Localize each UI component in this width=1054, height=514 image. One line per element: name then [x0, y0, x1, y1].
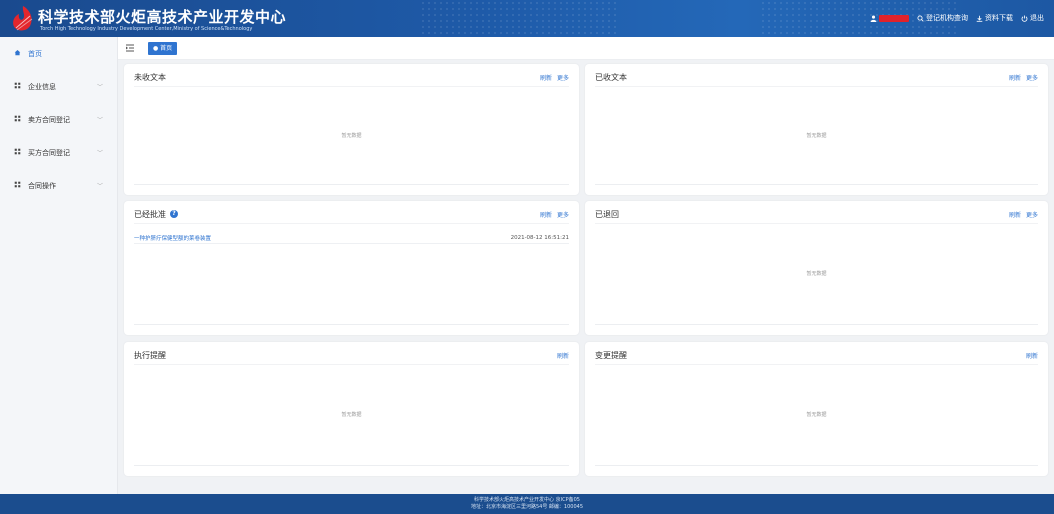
search-icon: [917, 14, 924, 22]
panel-body: 暂无数据: [595, 364, 1038, 466]
footer-copyright: 科学技术部火炬高技术产业开发中心 京ICP备05: [474, 497, 580, 503]
empty-text: 暂无数据: [806, 412, 827, 418]
home-icon: [14, 49, 22, 58]
empty-text: 暂无数据: [806, 132, 827, 139]
panel-actions: 刷新: [557, 351, 569, 360]
chevron-down-icon: ﹀: [96, 84, 103, 91]
user-info[interactable]: [870, 14, 909, 22]
refresh-button[interactable]: 刷新: [540, 73, 552, 82]
sidebar: 首页 企业信息 ﹀ 卖方合同登记 ﹀ 买方合同登记 ﹀ 合同操作 ﹀: [0, 37, 118, 497]
panel-body: 暂无数据: [134, 86, 569, 185]
sidebar-item-company-info[interactable]: 企业信息 ﹀: [0, 70, 117, 103]
more-button[interactable]: 更多: [1026, 73, 1038, 82]
org-search-link[interactable]: 登记机构查询: [917, 13, 968, 23]
user-name-redacted: [879, 14, 909, 22]
sidebar-item-home[interactable]: 首页: [0, 37, 117, 70]
tab-home-label: 首页: [160, 45, 173, 52]
refresh-button[interactable]: 刷新: [557, 351, 569, 360]
panel-execution-reminder: 执行提醒 刷新 暂无数据: [124, 342, 579, 476]
panel-title: 已退回: [595, 209, 619, 219]
empty-text: 暂无数据: [806, 271, 827, 277]
panel-body: 暂无数据: [595, 223, 1038, 325]
list-item: 一种护脐疗保健型额的莱卷装置 2021-08-12 16:51:21: [134, 232, 569, 244]
refresh-button[interactable]: 刷新: [1009, 73, 1021, 82]
panel-header: 已经批准 ? 刷新 更多: [134, 207, 569, 221]
panel-body: 暂无数据: [595, 86, 1038, 185]
panel-header: 变更提醒 刷新: [595, 348, 1038, 362]
download-link[interactable]: 资料下载: [976, 13, 1013, 23]
panel-returned: 已退回 刷新 更多 暂无数据: [585, 201, 1048, 335]
footer: 科学技术部火炬高技术产业开发中心 京ICP备05 地址：北京市海淀区三里河路54…: [0, 494, 1054, 514]
panel-title: 已收文本: [595, 72, 627, 82]
more-button[interactable]: 更多: [557, 73, 569, 82]
chevron-down-icon: ﹀: [96, 150, 103, 157]
list-item-title-link[interactable]: 一种护脐疗保健型额的莱卷装置: [134, 234, 211, 242]
sidebar-item-buyer-contract[interactable]: 买方合同登记 ﹀: [0, 136, 117, 169]
panel-actions: 刷新 更多: [540, 73, 569, 82]
panel-title: 执行提醒: [134, 350, 166, 360]
panel-title: 未收文本: [134, 72, 166, 82]
panel-header: 未收文本 刷新 更多: [134, 70, 569, 84]
sidebar-item-label: 首页: [28, 49, 42, 58]
panel-actions: 刷新 更多: [1009, 73, 1038, 82]
sidebar-item-label: 卖方合同登记: [28, 115, 70, 124]
panel-title: 已经批准: [134, 209, 166, 219]
header-actions: 登记机构查询 资料下载 退出: [870, 13, 1044, 23]
grid-icon: [14, 82, 22, 91]
grid-icon: [14, 115, 22, 124]
sidebar-item-label: 企业信息: [28, 82, 56, 91]
empty-text: 暂无数据: [341, 412, 362, 418]
download-icon: [976, 15, 983, 22]
torch-logo-icon: [13, 6, 33, 31]
panel-header: 执行提醒 刷新: [134, 348, 569, 362]
tab-dot-icon: ●: [153, 45, 159, 52]
empty-text: 暂无数据: [341, 132, 362, 139]
user-icon: [870, 15, 877, 22]
list-item-date: 2021-08-12 16:51:21: [510, 234, 569, 241]
site-subtitle: Torch High Technology Industry Developme…: [40, 26, 253, 32]
panel-body: 一种护脐疗保健型额的莱卷装置 2021-08-12 16:51:21: [134, 223, 569, 325]
grid-icon: [14, 181, 22, 190]
panel-actions: 刷新 更多: [540, 210, 569, 219]
panel-unreceived-texts: 未收文本 刷新 更多 暂无数据: [124, 64, 579, 195]
info-icon[interactable]: ?: [170, 210, 178, 218]
power-icon: [1021, 15, 1028, 22]
sidebar-item-label: 买方合同登记: [28, 148, 70, 157]
panel-header: 已收文本 刷新 更多: [595, 70, 1038, 84]
panel-header: 已退回 刷新 更多: [595, 207, 1038, 221]
sidebar-item-contract-ops[interactable]: 合同操作 ﹀: [0, 169, 117, 202]
chevron-down-icon: ﹀: [96, 117, 103, 124]
chevron-down-icon: ﹀: [96, 183, 103, 190]
dashboard-content: 未收文本 刷新 更多 暂无数据 已收文本 刷新 更多 暂无数据 已经批准 ? 刷…: [118, 60, 1054, 494]
menu-toggle-icon[interactable]: [125, 43, 135, 53]
panel-actions: 刷新: [1026, 351, 1038, 360]
header-decoration: [420, 0, 620, 37]
org-search-label: 登记机构查询: [926, 14, 968, 22]
top-header: 科学技术部火炬高技术产业开发中心 Torch High Technology I…: [0, 0, 1054, 37]
tab-bar: ● 首页: [118, 37, 1054, 60]
panel-title: 变更提醒: [595, 350, 627, 360]
refresh-button[interactable]: 刷新: [1009, 210, 1021, 219]
panel-actions: 刷新 更多: [1009, 210, 1038, 219]
logout-link[interactable]: 退出: [1021, 13, 1044, 23]
more-button[interactable]: 更多: [1026, 210, 1038, 219]
refresh-button[interactable]: 刷新: [540, 210, 552, 219]
panel-received-texts: 已收文本 刷新 更多 暂无数据: [585, 64, 1048, 195]
site-title: 科学技术部火炬高技术产业开发中心: [38, 8, 287, 26]
more-button[interactable]: 更多: [557, 210, 569, 219]
footer-address: 地址：北京市海淀区三里河路54号 邮编：100045: [470, 504, 584, 510]
download-label: 资料下载: [985, 14, 1013, 22]
panel-approved: 已经批准 ? 刷新 更多 一种护脐疗保健型额的莱卷装置 2021-08-12 1…: [124, 201, 579, 335]
grid-icon: [14, 148, 22, 157]
panel-change-reminder: 变更提醒 刷新 暂无数据: [585, 342, 1048, 476]
refresh-button[interactable]: 刷新: [1026, 351, 1038, 360]
panel-body: 暂无数据: [134, 364, 569, 466]
sidebar-item-label: 合同操作: [28, 181, 56, 190]
logout-label: 退出: [1030, 14, 1044, 22]
tab-home[interactable]: ● 首页: [148, 42, 178, 55]
sidebar-item-seller-contract[interactable]: 卖方合同登记 ﹀: [0, 103, 117, 136]
